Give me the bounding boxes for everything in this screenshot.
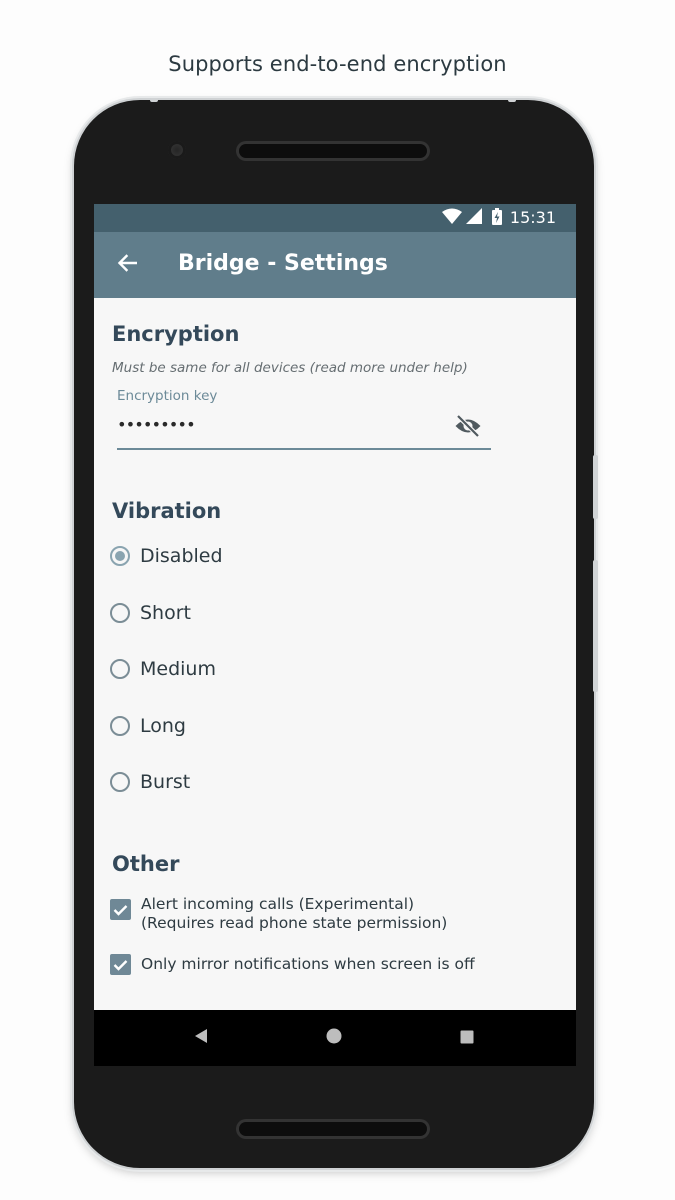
radio-label: Burst — [140, 771, 191, 793]
status-icons — [442, 207, 502, 229]
vibration-option-disabled[interactable]: Disabled — [110, 540, 223, 572]
checkbox[interactable] — [110, 899, 131, 920]
checkbox-label-line: Alert incoming calls (Experimental) — [141, 895, 415, 913]
radio-label: Short — [140, 602, 191, 624]
other-section-title: Other — [112, 852, 180, 876]
encryption-section-title: Encryption — [112, 322, 240, 346]
mirror-notifications-option[interactable]: Only mirror notifications when screen is… — [110, 954, 475, 975]
phone-volume-button — [593, 455, 598, 519]
radio-button[interactable] — [110, 716, 130, 736]
phone-top-button-right — [508, 98, 516, 102]
front-camera — [168, 141, 186, 159]
radio-button[interactable] — [110, 772, 130, 792]
phone-power-button — [593, 560, 598, 692]
nav-recents-button[interactable] — [456, 1027, 478, 1049]
vibration-option-short[interactable]: Short — [110, 597, 191, 629]
bottom-speaker — [239, 1122, 427, 1136]
encryption-key-field[interactable]: ••••••••• — [117, 408, 491, 450]
checkbox-label: Only mirror notifications when screen is… — [141, 955, 475, 974]
phone-top-button-left — [150, 98, 158, 102]
checkbox-label: Alert incoming calls (Experimental) (Req… — [141, 895, 447, 933]
checkbox-label-subline: (Requires read phone state permission) — [141, 914, 448, 932]
toggle-visibility-button[interactable] — [453, 414, 483, 441]
radio-label: Medium — [140, 658, 216, 680]
battery-charging-icon — [492, 207, 502, 229]
status-bar: 15:31 — [94, 204, 576, 232]
app-bar: Bridge - Settings — [94, 232, 576, 298]
nav-recents-icon — [460, 1029, 474, 1048]
top-speaker — [239, 144, 427, 158]
visibility-off-icon — [454, 414, 482, 441]
radio-label: Disabled — [140, 545, 223, 567]
vibration-section-title: Vibration — [112, 499, 222, 523]
encryption-key-label: Encryption key — [117, 388, 218, 404]
vibration-option-medium[interactable]: Medium — [110, 653, 216, 685]
vibration-option-long[interactable]: Long — [110, 710, 186, 742]
radio-button[interactable] — [110, 603, 130, 623]
vibration-option-burst[interactable]: Burst — [110, 766, 190, 798]
nav-home-icon — [326, 1028, 342, 1048]
back-button[interactable] — [110, 248, 144, 282]
settings-content: Encryption Must be same for all devices … — [94, 298, 576, 1010]
status-time: 15:31 — [509, 208, 556, 227]
nav-home-button[interactable] — [323, 1027, 345, 1049]
checkbox[interactable] — [110, 954, 131, 975]
phone-screen: 15:31 Bridge - Settings Encryption Must … — [94, 204, 576, 1066]
nav-back-button[interactable] — [190, 1027, 212, 1049]
arrow-back-icon — [117, 253, 138, 277]
page-title: Bridge - Settings — [178, 251, 388, 276]
encryption-hint: Must be same for all devices (read more … — [112, 360, 468, 376]
wifi-icon — [442, 208, 462, 228]
navigation-bar — [94, 1010, 576, 1066]
cell-signal-icon — [466, 208, 482, 228]
screenshot-caption: Supports end-to-end encryption — [168, 52, 507, 76]
encryption-key-value: ••••••••• — [117, 415, 196, 434]
radio-button[interactable] — [110, 546, 130, 566]
radio-button[interactable] — [110, 659, 130, 679]
checkbox-label-line: Only mirror notifications when screen is… — [141, 955, 475, 973]
alert-incoming-calls-option[interactable]: Alert incoming calls (Experimental) (Req… — [110, 895, 447, 933]
nav-back-icon — [194, 1028, 208, 1048]
radio-label: Long — [140, 715, 186, 737]
